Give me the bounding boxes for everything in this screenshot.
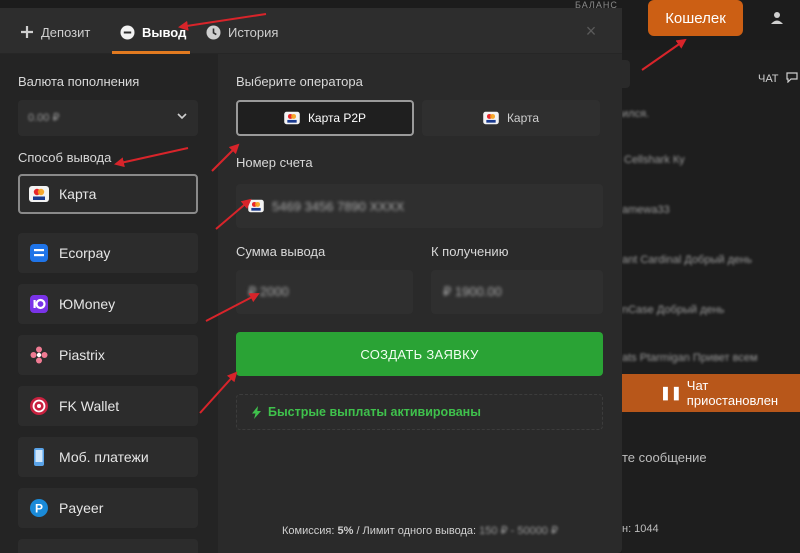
method-fkwallet[interactable]: FK Wallet [18,386,198,426]
chat-message: amewa33 [622,204,670,216]
payeer-icon: P [29,498,49,518]
chat-message-input[interactable]: те сообщение [622,450,707,465]
amount-value: ₽ 2000 [248,284,289,299]
ecorpay-icon [29,243,49,263]
plus-icon [21,26,33,38]
pause-icon: ❚❚ [660,385,682,400]
method-piastrix[interactable]: Piastrix [18,335,198,375]
chat-message: ился. [622,108,650,120]
tab-deposit[interactable]: Депозит [20,22,90,42]
tab-withdraw-label: Вывод [142,24,187,40]
method-yoomoney[interactable]: ЮMoney [18,284,198,324]
visa-mastercard-icon [284,111,300,125]
operator-label: Выберите оператора [236,74,363,89]
chat-message: ant Cardinal Добрый день [622,254,752,266]
visa-mastercard-icon [248,199,264,213]
close-icon[interactable]: × [582,22,600,40]
amount-label: Сумма вывода [236,244,326,259]
currency-select[interactable]: 0.00 ₽ [18,100,198,136]
lightning-icon [252,405,261,419]
chat-message: Cellshark Ку [624,154,685,166]
visa-mastercard-icon [29,184,49,204]
method-label: Piastrix [59,347,105,363]
chat-message: ats Ptarmigan Привет всем [622,352,758,364]
method-card[interactable]: Карта [18,174,198,214]
user-icon [771,12,783,24]
limit-value: 150 ₽ - 50000 ₽ [479,525,558,537]
method-ecorpay[interactable]: Ecorpay [18,233,198,273]
receive-label: К получению [431,244,509,259]
online-count: н: 1044 [622,523,659,535]
commission-footer: Комиссия: 5% / Лимит одного вывода: 150 … [218,524,622,537]
operator-card[interactable]: Карта [422,100,600,136]
tab-withdraw[interactable]: Вывод [120,22,186,42]
visa-mastercard-icon [483,111,499,125]
yoomoney-icon [29,294,49,314]
tab-history-label: История [228,24,279,40]
tab-history[interactable]: История [206,22,278,42]
amount-field[interactable]: ₽ 2000 [236,270,413,314]
method-label: Ecorpay [59,245,111,261]
wallet-modal: Депозит Вывод История × Валюта пополнени… [0,8,622,553]
receive-value: ₽ 1900.00 [443,284,502,299]
limit-label: / Лимит одного вывода: [356,525,477,537]
chat-paused-banner: ❚❚ Чат приостановлен [622,374,800,412]
minus-circle-icon [120,25,135,39]
chat-panel [622,50,800,553]
user-profile-button[interactable] [758,0,796,36]
commission-value: 5% [337,525,354,537]
fkwallet-icon [29,396,49,416]
operator-label-text: Карта P2P [307,111,367,125]
piastrix-icon [29,345,49,365]
method-label: Моб. платежи [59,449,149,465]
account-number-field[interactable]: 5469 3456 7890 XXXX [236,184,603,228]
chat-bubble-icon[interactable] [786,70,798,88]
method-payeer[interactable]: P Payeer [18,488,198,528]
operator-card-p2p[interactable]: Карта P2P [236,100,414,136]
commission-label: Комиссия: [282,525,335,537]
wallet-button[interactable]: Кошелек [648,0,743,36]
method-label: Payeer [59,500,104,516]
currency-label: Валюта пополнения [18,74,140,89]
fast-payouts-banner: Быстрые выплаты активированы [236,394,603,430]
chat-tab[interactable]: ЧАТ [758,73,779,85]
method-more[interactable] [18,539,198,553]
method-mobile[interactable]: Моб. платежи [18,437,198,477]
currency-value: 0.00 ₽ [28,112,60,124]
chat-message: nCase Добрый день [622,304,725,316]
create-request-button[interactable]: СОЗДАТЬ ЗАЯВКУ [236,332,603,376]
tab-deposit-label: Депозит [41,24,91,40]
withdraw-method-label: Способ вывода [18,150,112,165]
modal-tabs: Депозит Вывод История × [0,8,622,54]
method-label: Карта [59,186,97,202]
account-label: Номер счета [236,155,313,170]
chevron-down-icon [177,113,187,120]
mobile-phone-icon [29,447,49,467]
receive-field: ₽ 1900.00 [431,270,603,314]
chat-paused-text: Чат приостановлен [686,378,779,408]
method-label: FK Wallet [59,398,120,414]
account-number-value: 5469 3456 7890 XXXX [272,198,405,214]
fast-payouts-text: Быстрые выплаты активированы [268,405,481,419]
method-label: ЮMoney [59,296,116,312]
clock-icon [206,25,221,39]
operator-label-text: Карта [506,111,540,125]
svg-text:P: P [35,502,43,516]
